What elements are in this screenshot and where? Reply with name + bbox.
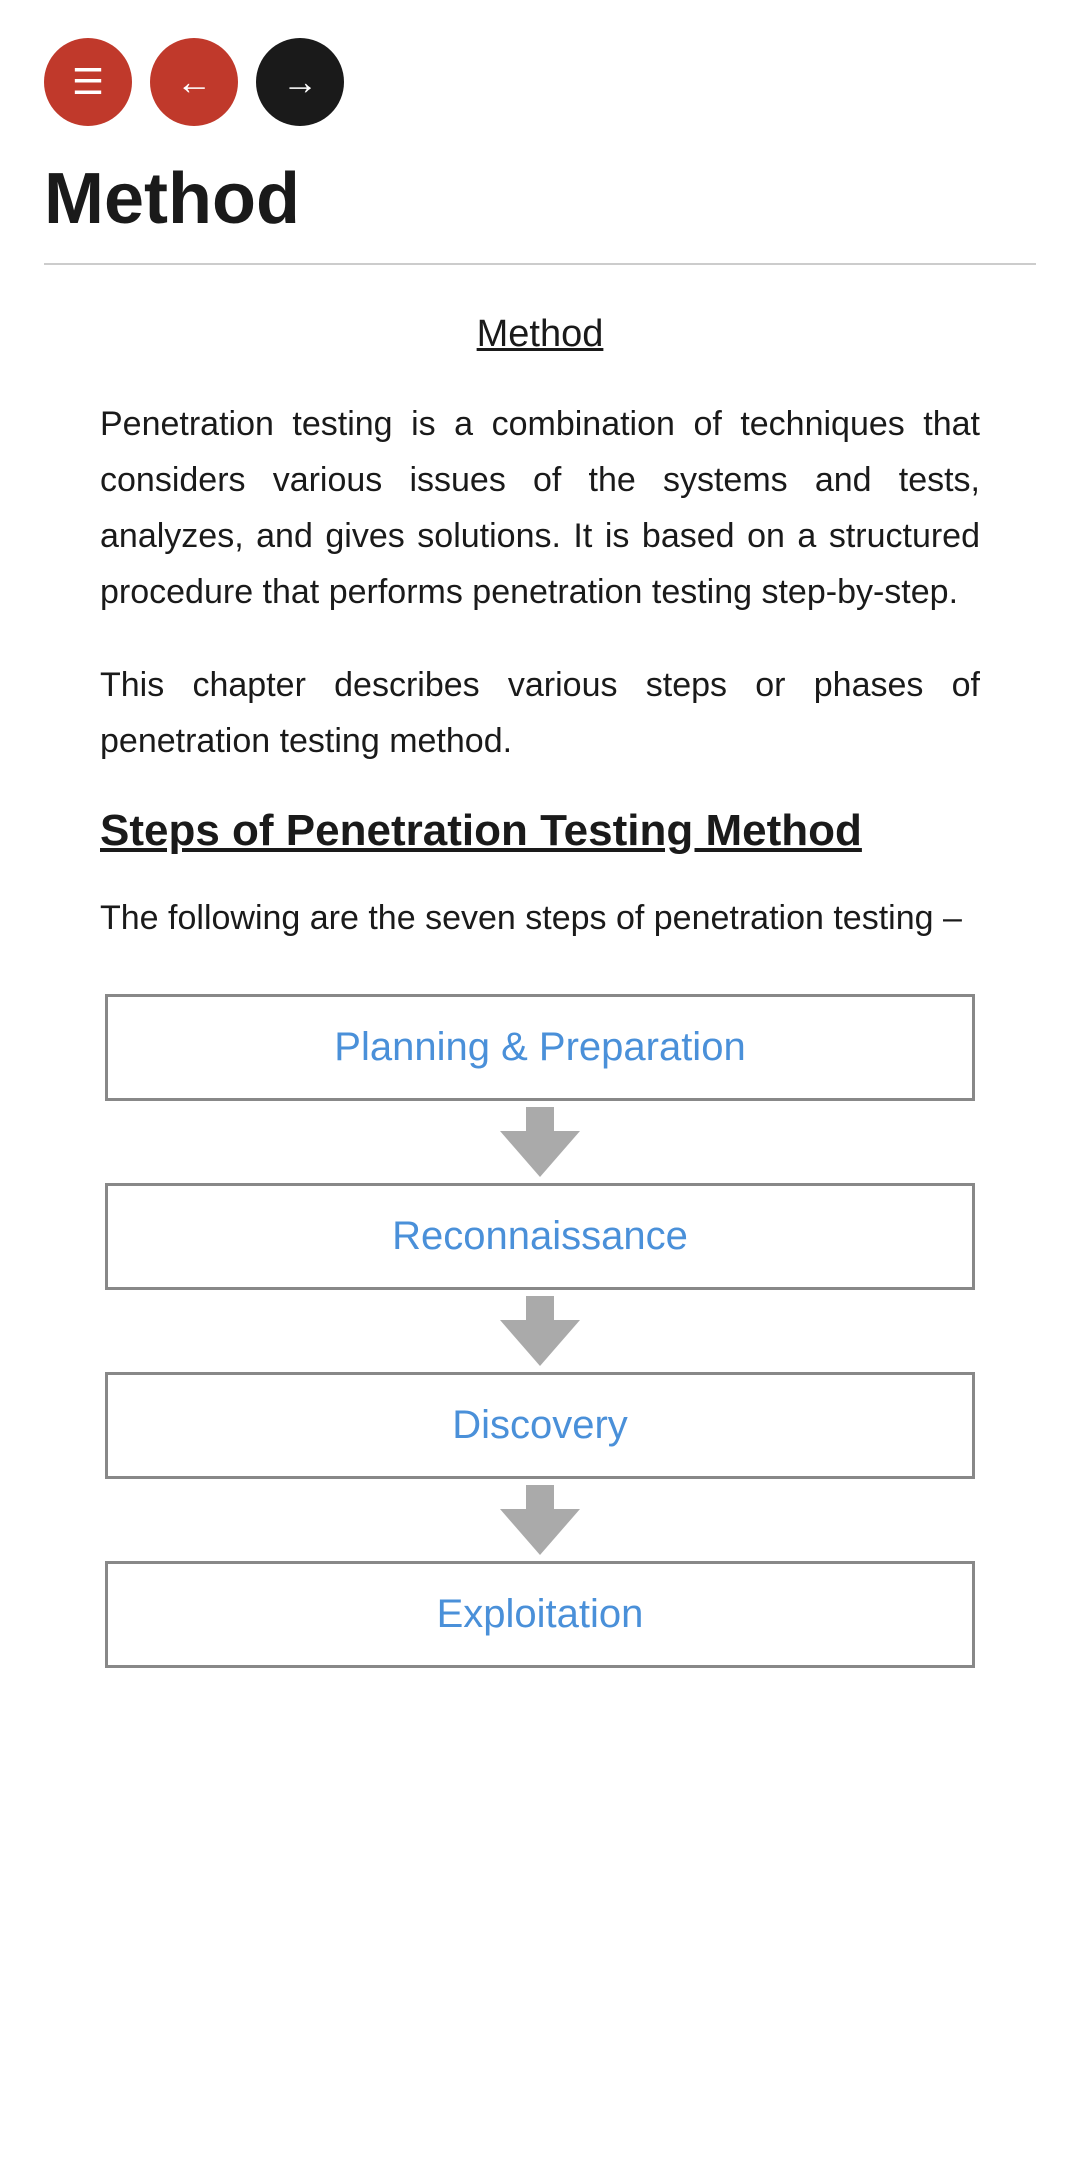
section-link-title[interactable]: Method xyxy=(100,313,980,356)
paragraph-chapter: This chapter describes various steps or … xyxy=(100,657,980,769)
arrow-2 xyxy=(500,1296,580,1366)
content-area: Method Penetration testing is a combinat… xyxy=(0,265,1080,1727)
step-box-reconnaissance: Reconnaissance xyxy=(105,1183,975,1290)
menu-button[interactable]: ☰ xyxy=(44,38,132,126)
page-title-section: Method xyxy=(0,150,1080,239)
steps-diagram: Planning & Preparation Reconnaissance Di… xyxy=(100,994,980,1668)
forward-button[interactable]: → xyxy=(256,38,344,126)
step-box-discovery: Discovery xyxy=(105,1372,975,1479)
back-button[interactable]: ← xyxy=(150,38,238,126)
arrow-1 xyxy=(500,1107,580,1177)
steps-heading: Steps of Penetration Testing Method xyxy=(100,805,980,858)
step-box-exploitation: Exploitation xyxy=(105,1561,975,1668)
arrow-3 xyxy=(500,1485,580,1555)
step-box-planning: Planning & Preparation xyxy=(105,994,975,1101)
paragraph-intro: Penetration testing is a combination of … xyxy=(100,396,980,620)
top-navigation: ☰ ← → xyxy=(0,0,1080,150)
page-title: Method xyxy=(44,160,1036,239)
steps-intro-text: The following are the seven steps of pen… xyxy=(100,890,980,946)
